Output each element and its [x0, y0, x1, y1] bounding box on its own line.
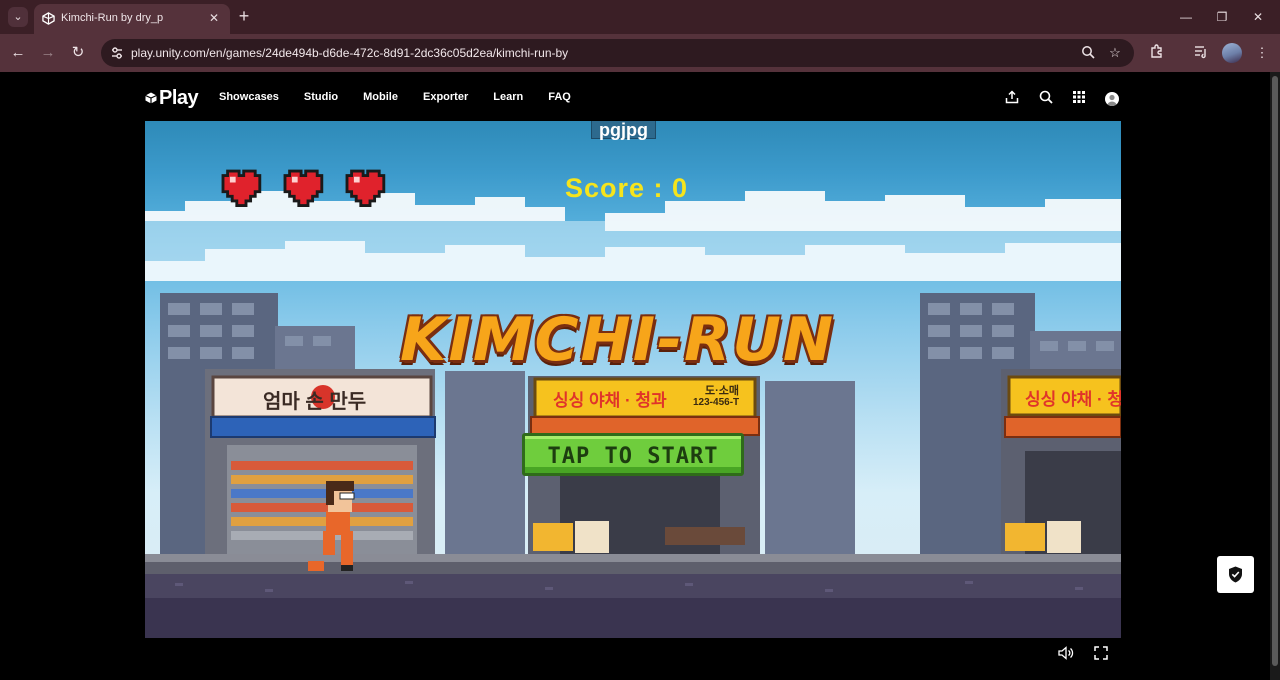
address-bar[interactable]: play.unity.com/en/games/24de494b-d6de-47… [101, 39, 1134, 67]
vegetable-shop-sign: 싱싱 야채 · 청과 [553, 391, 667, 410]
browser-tab-bar: ⌄ Kimchi-Run by dry_p ✕ + — ❐ ✕ [0, 0, 1280, 34]
nav-faq[interactable]: FAQ [548, 91, 571, 103]
right-shop-sign: 싱싱 야채 · 청 [1025, 390, 1121, 409]
browser-menu-kebab-icon[interactable]: ⋮ [1252, 43, 1272, 63]
unity-favicon-icon [42, 12, 55, 25]
scrollbar-thumb[interactable] [1272, 76, 1278, 666]
search-icon[interactable] [1038, 90, 1054, 106]
forward-arrow-icon[interactable]: → [38, 43, 58, 63]
tab-title: Kimchi-Run by dry_p [61, 12, 164, 24]
unity-cube-icon [145, 92, 157, 104]
reload-icon[interactable]: ↻ [68, 43, 88, 63]
nav-mobile[interactable]: Mobile [363, 91, 398, 103]
bookmark-star-icon[interactable]: ☆ [1107, 45, 1123, 61]
url-text: play.unity.com/en/games/24de494b-d6de-47… [131, 46, 569, 60]
shield-check-icon [1229, 566, 1242, 583]
fullscreen-icon[interactable] [1093, 646, 1109, 662]
unity-play-page: Play Showcases Studio Mobile Exporter Le… [0, 72, 1270, 680]
window-restore-icon[interactable]: ❐ [1213, 8, 1231, 26]
window-close-icon[interactable]: ✕ [1249, 8, 1267, 26]
vegetable-shop-subsign: 도·소매 [705, 385, 740, 397]
back-arrow-icon[interactable]: ← [8, 43, 28, 63]
lives-hearts [221, 169, 386, 207]
reading-list-icon[interactable] [1191, 43, 1211, 63]
game-canvas[interactable]: pgjpg Score : 0 KIMCHI-RUN 엄마 손 만두 싱싱 야채… [145, 121, 1121, 638]
browser-profile-avatar[interactable] [1222, 43, 1242, 63]
zoom-magnifier-icon[interactable] [1080, 45, 1096, 61]
tab-close-icon[interactable]: ✕ [206, 10, 222, 26]
browser-toolbar: ← → ↻ play.unity.com/en/games/24de494b-d… [0, 34, 1280, 72]
extensions-puzzle-icon[interactable] [1147, 43, 1167, 63]
new-tab-plus-icon[interactable]: + [235, 7, 253, 26]
game-title-logo: KIMCHI-RUN [400, 305, 836, 375]
upload-share-icon[interactable] [1004, 90, 1020, 106]
username-tag: pgjpg [591, 121, 656, 139]
nav-exporter[interactable]: Exporter [423, 91, 468, 103]
logo-text: Play [159, 86, 199, 109]
site-info-tune-icon[interactable] [109, 45, 125, 61]
tab-search-chevron-icon[interactable]: ⌄ [8, 7, 28, 27]
vegetable-shop-phone: 123-456-T [693, 397, 740, 408]
street [145, 554, 1121, 638]
user-account-icon[interactable] [1105, 92, 1119, 106]
browser-tab-active[interactable]: Kimchi-Run by dry_p ✕ [34, 4, 230, 34]
privacy-shield-button[interactable] [1217, 556, 1254, 593]
window-minimize-icon[interactable]: — [1177, 8, 1195, 26]
tap-to-start-label: TAP TO START [547, 444, 719, 469]
volume-speaker-icon[interactable] [1058, 646, 1074, 662]
nav-showcases[interactable]: Showcases [219, 91, 279, 103]
site-nav: Showcases Studio Mobile Exporter Learn F… [219, 91, 596, 103]
dumpling-shop-sign: 엄마 손 만두 [263, 391, 367, 413]
apps-grid-icon[interactable] [1071, 90, 1087, 106]
page-scrollbar[interactable] [1270, 72, 1280, 680]
play-logo[interactable]: Play [145, 86, 199, 109]
tap-to-start-button[interactable]: TAP TO START [522, 433, 744, 476]
score-label: Score : 0 [565, 173, 689, 203]
nav-learn[interactable]: Learn [493, 91, 523, 103]
nav-studio[interactable]: Studio [304, 91, 338, 103]
